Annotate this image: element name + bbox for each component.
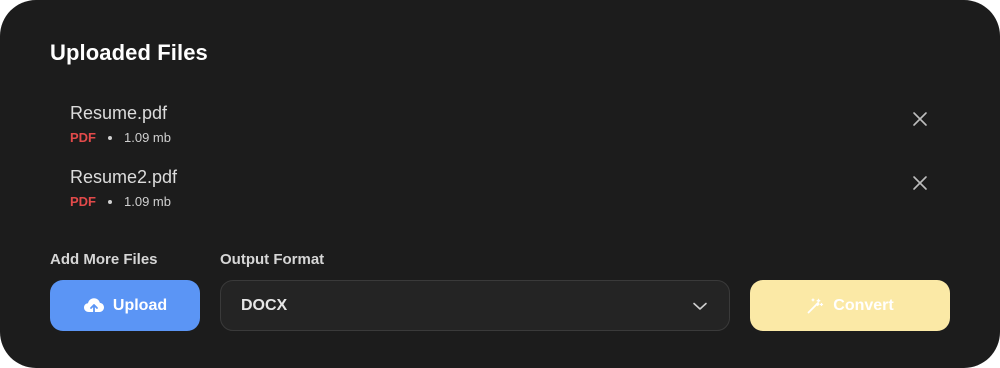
panel-title: Uploaded Files xyxy=(50,40,208,65)
remove-file-button[interactable] xyxy=(910,173,930,193)
file-meta: PDF 1.09 mb xyxy=(70,194,171,209)
upload-button-label: Upload xyxy=(112,296,168,314)
file-item: Resume2.pdf PDF 1.09 mb xyxy=(70,167,940,217)
remove-file-button[interactable] xyxy=(910,109,930,129)
add-more-files-label: Add More Files xyxy=(50,251,158,268)
separator-dot xyxy=(108,199,112,204)
uploaded-files-panel: Uploaded Files Resume.pdf PDF 1.09 mb Re… xyxy=(0,0,1000,368)
file-type-badge: PDF xyxy=(70,194,96,209)
close-icon xyxy=(913,176,927,190)
convert-button-label: Convert xyxy=(833,296,894,314)
file-name: Resume.pdf xyxy=(70,103,168,123)
output-format-value: DOCX xyxy=(241,296,288,314)
chevron-down-icon xyxy=(693,302,707,310)
close-icon xyxy=(913,112,927,126)
upload-button[interactable]: Upload xyxy=(50,280,200,331)
file-size: 1.09 mb xyxy=(124,130,171,145)
output-format-select[interactable]: DOCX xyxy=(220,280,730,331)
file-item: Resume.pdf PDF 1.09 mb xyxy=(70,103,940,153)
separator-dot xyxy=(108,135,112,140)
convert-button[interactable]: Convert xyxy=(750,280,950,331)
file-size: 1.09 mb xyxy=(124,194,171,209)
magic-wand-icon xyxy=(807,297,824,313)
output-format-label: Output Format xyxy=(220,251,325,268)
cloud-upload-icon xyxy=(83,297,104,314)
file-type-badge: PDF xyxy=(70,130,96,145)
file-name: Resume2.pdf xyxy=(70,167,178,187)
file-meta: PDF 1.09 mb xyxy=(70,130,171,145)
